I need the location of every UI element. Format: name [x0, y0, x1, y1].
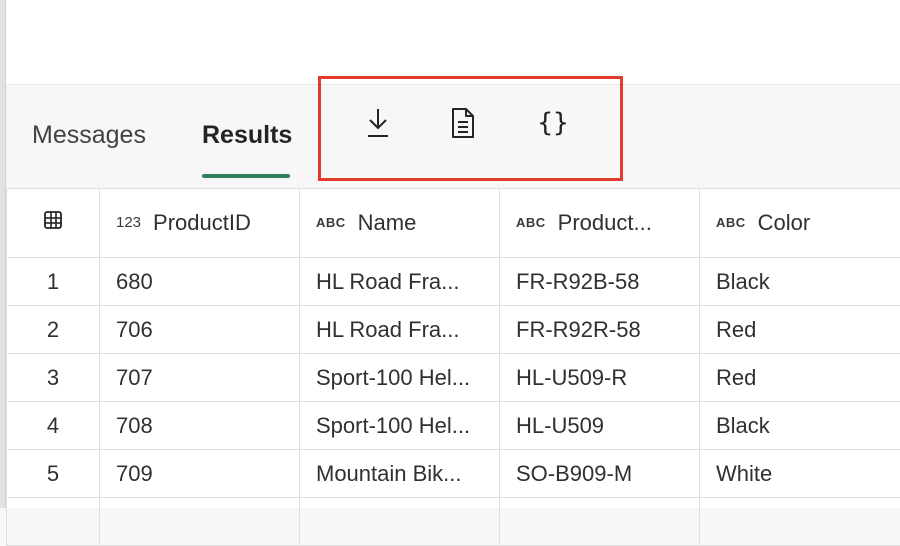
results-grid: 123 ProductID ABC Name ABC Product... ABC Co…	[6, 188, 900, 508]
row-number: 5	[7, 450, 100, 498]
table-cell[interactable]: White	[700, 450, 900, 498]
download-button[interactable]	[358, 101, 398, 145]
table-cell	[500, 498, 700, 546]
table-row[interactable]: 4 708 Sport-100 Hel... HL-U509 Black	[7, 402, 900, 450]
header-row: 123 ProductID ABC Name ABC Product... ABC Co…	[7, 189, 900, 258]
table-cell[interactable]: 709	[100, 450, 300, 498]
row-number: 4	[7, 402, 100, 450]
table-cell[interactable]: Black	[700, 402, 900, 450]
column-header-label: Name	[358, 210, 417, 235]
table-grid-icon	[43, 210, 63, 230]
table-row[interactable]: 2 706 HL Road Fra... FR-R92R-58 Red	[7, 306, 900, 354]
row-number: 3	[7, 354, 100, 402]
results-table: 123 ProductID ABC Name ABC Product... ABC Co…	[6, 188, 900, 546]
table-row[interactable]: 5 709 Mountain Bik... SO-B909-M White	[7, 450, 900, 498]
table-cell[interactable]: HL Road Fra...	[300, 306, 500, 354]
table-cell[interactable]: HL-U509-R	[500, 354, 700, 402]
table-cell[interactable]: HL Road Fra...	[300, 258, 500, 306]
column-header-color[interactable]: ABC Color	[700, 189, 900, 258]
column-header-productid[interactable]: 123 ProductID	[100, 189, 300, 258]
table-row[interactable]: 3 707 Sport-100 Hel... HL-U509-R Red	[7, 354, 900, 402]
tab-messages[interactable]: Messages	[32, 121, 146, 150]
table-row[interactable]: 1 680 HL Road Fra... FR-R92B-58 Black	[7, 258, 900, 306]
download-icon	[364, 106, 392, 140]
export-json-button[interactable]: {}	[533, 101, 573, 145]
column-header-label: ProductID	[153, 210, 251, 235]
table-cell	[300, 498, 500, 546]
table-cell[interactable]: Red	[700, 354, 900, 402]
row-number: 1	[7, 258, 100, 306]
column-type-badge: ABC	[316, 215, 346, 230]
json-braces-icon: {}	[537, 108, 568, 138]
query-editor-area[interactable]	[6, 0, 900, 85]
table-cell[interactable]: 707	[100, 354, 300, 402]
table-cell[interactable]: Black	[700, 258, 900, 306]
table-cell[interactable]: Red	[700, 306, 900, 354]
column-header-name[interactable]: ABC Name	[300, 189, 500, 258]
table-row-partial	[7, 498, 900, 546]
table-cell[interactable]: 680	[100, 258, 300, 306]
active-tab-indicator	[202, 174, 290, 178]
table-cell	[700, 498, 900, 546]
column-type-badge: ABC	[516, 215, 546, 230]
row-number: 2	[7, 306, 100, 354]
table-cell	[100, 498, 300, 546]
table-cell[interactable]: Mountain Bik...	[300, 450, 500, 498]
table-cell[interactable]: HL-U509	[500, 402, 700, 450]
table-cell[interactable]: 706	[100, 306, 300, 354]
export-csv-button[interactable]	[443, 101, 483, 145]
column-header-label: Product...	[558, 210, 652, 235]
table-cell[interactable]: SO-B909-M	[500, 450, 700, 498]
table-cell	[7, 498, 100, 546]
table-cell[interactable]: Sport-100 Hel...	[300, 354, 500, 402]
table-cell[interactable]: FR-R92B-58	[500, 258, 700, 306]
document-icon	[450, 107, 476, 139]
tab-results[interactable]: Results	[202, 121, 292, 150]
select-all-cell[interactable]	[7, 189, 100, 258]
export-toolbar-highlight: {}	[318, 76, 623, 181]
column-type-badge: ABC	[716, 215, 746, 230]
table-cell[interactable]: FR-R92R-58	[500, 306, 700, 354]
table-cell[interactable]: Sport-100 Hel...	[300, 402, 500, 450]
column-type-badge: 123	[116, 214, 141, 231]
column-header-label: Color	[758, 210, 811, 235]
column-header-productnumber[interactable]: ABC Product...	[500, 189, 700, 258]
table-cell[interactable]: 708	[100, 402, 300, 450]
